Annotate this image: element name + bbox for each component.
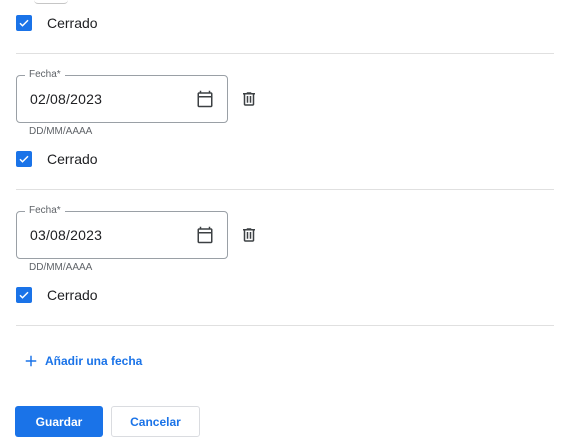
closed-checkbox[interactable] [16, 15, 32, 31]
closed-checkbox-label: Cerrado [47, 15, 98, 31]
date-field-label: Fecha* [25, 69, 65, 81]
check-icon [19, 19, 29, 27]
add-date-label: Añadir una fecha [45, 354, 143, 368]
calendar-icon[interactable] [196, 226, 214, 244]
add-date-button[interactable]: Añadir una fecha [24, 354, 142, 368]
divider [16, 53, 554, 54]
date-format-hint: DD/MM/AAAA [29, 262, 93, 273]
date-field-label: Fecha* [25, 205, 65, 217]
closed-checkbox-row[interactable]: Cerrado [16, 149, 98, 169]
closed-checkbox[interactable] [16, 287, 32, 303]
closed-checkbox-row[interactable]: Cerrado [16, 285, 98, 305]
trash-icon[interactable] [240, 226, 258, 244]
divider [16, 325, 554, 326]
date-input[interactable]: 03/08/2023 [30, 227, 102, 243]
trash-icon[interactable] [240, 90, 258, 108]
closed-checkbox-label: Cerrado [47, 151, 98, 167]
date-field[interactable]: Fecha* 03/08/2023 [16, 205, 228, 259]
date-field[interactable]: Fecha* 02/08/2023 [16, 69, 228, 123]
check-icon [19, 291, 29, 299]
closed-checkbox-label: Cerrado [47, 287, 98, 303]
cancel-button[interactable]: Cancelar [111, 406, 200, 437]
date-input[interactable]: 02/08/2023 [30, 91, 102, 107]
save-button[interactable]: Guardar [15, 406, 103, 437]
date-format-hint: DD/MM/AAAA [29, 126, 93, 137]
closed-checkbox[interactable] [16, 151, 32, 167]
check-icon [19, 155, 29, 163]
calendar-icon[interactable] [196, 90, 214, 108]
divider [16, 189, 554, 190]
closed-checkbox-row[interactable]: Cerrado [16, 13, 98, 33]
previous-field-edge [16, 0, 76, 6]
plus-icon [25, 355, 37, 367]
